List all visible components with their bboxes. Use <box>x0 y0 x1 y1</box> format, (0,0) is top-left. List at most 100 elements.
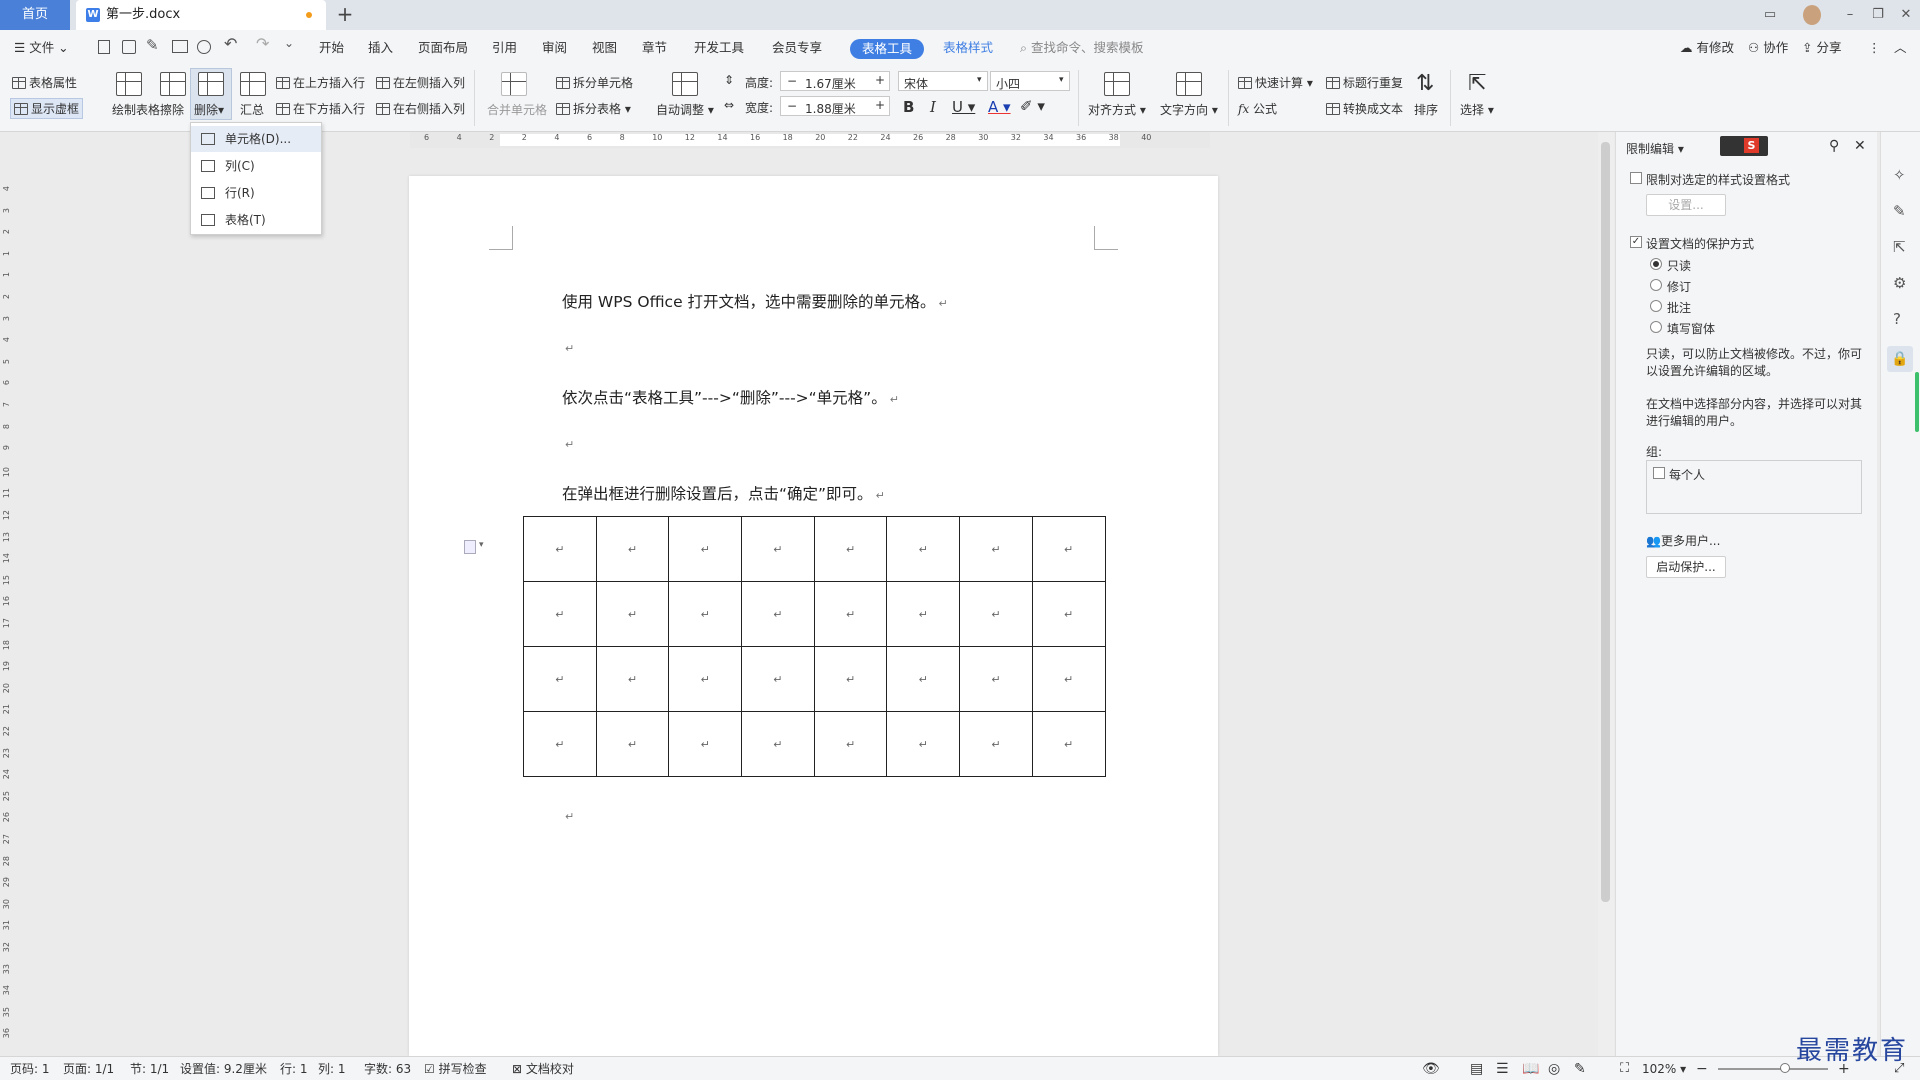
delete-row-item[interactable]: 行(R) <box>191 180 321 206</box>
width-stepper[interactable]: − 1.88厘米 + <box>780 96 890 116</box>
align-button[interactable]: 对齐方式 ▾ <box>1088 72 1146 118</box>
radio-comment[interactable] <box>1650 300 1662 312</box>
eye-protection-icon[interactable]: 👁 <box>1422 1057 1440 1080</box>
convert-to-text-button[interactable]: 转换成文本 <box>1326 100 1403 117</box>
start-protect-button[interactable]: 启动保护... <box>1646 556 1726 578</box>
highlight-icon[interactable]: ✐ ▾ <box>1020 97 1045 115</box>
table-cell[interactable]: ↵ <box>1031 516 1106 582</box>
font-size-select[interactable]: 小四 ▾ <box>990 71 1070 91</box>
restrict-format-checkbox[interactable] <box>1630 172 1642 184</box>
everyone-checkbox[interactable] <box>1653 467 1665 479</box>
delete-button[interactable]: 删除▾ <box>190 68 232 120</box>
setting-value[interactable]: 设置值: 9.2厘米 <box>180 1057 267 1080</box>
table-cell[interactable]: ↵ <box>959 581 1033 647</box>
table-cell[interactable]: ↵ <box>959 711 1033 777</box>
table-cell[interactable]: ↵ <box>886 711 961 777</box>
table-properties-button[interactable]: 表格属性 <box>12 74 77 91</box>
lock-icon[interactable]: 🔒 <box>1887 346 1913 372</box>
delete-cells-item[interactable]: 单元格(D)... <box>191 126 321 152</box>
table-cell[interactable]: ↵ <box>1031 581 1106 647</box>
radio-read-only[interactable] <box>1650 258 1662 270</box>
font-name-select[interactable]: 宋体 ▾ <box>898 71 988 91</box>
menu-developer[interactable]: 开发工具 <box>694 30 744 66</box>
edit-icon[interactable]: ✎ <box>1893 202 1906 220</box>
restore-icon[interactable]: ❐ <box>1868 6 1888 24</box>
quick-calc-button[interactable]: 快速计算 ▾ <box>1238 74 1313 91</box>
more-icon[interactable]: ⋮ <box>1868 30 1881 66</box>
height-stepper[interactable]: − 1.67厘米 + <box>780 71 890 91</box>
table-cell[interactable]: ↵ <box>595 581 670 647</box>
protect-method-checkbox[interactable]: ✓ <box>1630 236 1642 248</box>
delete-table-item[interactable]: 表格(T) <box>191 207 321 233</box>
insert-right-button[interactable]: 在右侧插入列 <box>376 100 465 117</box>
zoom-slider[interactable] <box>1718 1063 1828 1073</box>
radio-fill-form[interactable] <box>1650 321 1662 333</box>
split-table-button[interactable]: 拆分表格 ▾ <box>556 100 631 117</box>
table-cell[interactable]: ↵ <box>595 711 670 777</box>
avatar[interactable] <box>1803 5 1821 25</box>
table-cell[interactable]: ↵ <box>813 581 888 647</box>
menu-view[interactable]: 视图 <box>592 30 617 66</box>
table-options-chevron-icon[interactable]: ▾ <box>479 540 484 550</box>
web-view-icon[interactable]: ◎ <box>1548 1057 1560 1080</box>
table-cell[interactable]: ↵ <box>523 646 597 712</box>
print-preview-icon[interactable] <box>197 40 211 54</box>
ime-toolbar[interactable]: S <box>1720 136 1768 156</box>
radio-revision[interactable] <box>1650 279 1662 291</box>
scrollbar-thumb[interactable] <box>1601 142 1610 902</box>
table-cell[interactable]: ↵ <box>668 581 743 647</box>
adjust-icon[interactable]: ⚙ <box>1893 274 1906 292</box>
table-cell[interactable]: ↵ <box>741 581 815 647</box>
more-users-link[interactable]: 👥更多用户... <box>1646 532 1720 549</box>
table-cell[interactable]: ↵ <box>595 646 670 712</box>
document-table[interactable]: ↵ ↵ ↵ ↵ ↵ ↵ ↵ ↵ ↵ ↵ ↵ ↵ ↵ ↵ ↵ ↵ ↵ ↵ ↵ ↵ ↵ ↵ ↵ ↵ ↵ ↵ ↵ ↵ ↵ ↵ ↵ ↵ <box>523 516 1106 777</box>
table-cell[interactable]: ↵ <box>741 516 815 582</box>
table-cell[interactable]: ↵ <box>813 646 888 712</box>
underline-icon[interactable]: U ▾ <box>952 98 975 116</box>
group-list[interactable]: 每个人 <box>1646 460 1862 514</box>
collapse-ribbon-icon[interactable]: ︿ <box>1894 30 1907 66</box>
collab-button[interactable]: ⚇ 协作 <box>1748 30 1788 66</box>
pin-icon[interactable]: ⚲ <box>1829 138 1839 154</box>
share-button[interactable]: ⇪ 分享 <box>1802 30 1841 66</box>
table-cell[interactable]: ↵ <box>959 516 1033 582</box>
minimize-icon[interactable]: – <box>1840 6 1860 24</box>
customize-icon[interactable]: ⌄ <box>284 36 294 50</box>
table-cell[interactable]: ↵ <box>1031 711 1106 777</box>
menu-chapter[interactable]: 章节 <box>642 30 667 66</box>
menu-review[interactable]: 审阅 <box>542 30 567 66</box>
italic-icon[interactable]: I <box>930 98 936 116</box>
table-cell[interactable]: ↵ <box>1031 646 1106 712</box>
zoom-out-icon[interactable]: − <box>1696 1057 1708 1080</box>
zoom-level[interactable]: 102% ▾ <box>1642 1057 1686 1080</box>
tab-table-tools[interactable]: 表格工具 <box>850 39 924 59</box>
erase-button[interactable]: 擦除 <box>160 72 186 118</box>
redo-icon[interactable]: ↷ <box>256 34 269 53</box>
new-doc-icon[interactable] <box>98 40 110 54</box>
delete-column-item[interactable]: 列(C) <box>191 153 321 179</box>
table-cell[interactable]: ↵ <box>886 516 961 582</box>
text-direction-button[interactable]: 文字方向 ▾ <box>1160 72 1218 118</box>
table-cell[interactable]: ↵ <box>523 581 597 647</box>
writing-view-icon[interactable]: ✎ <box>1574 1057 1586 1080</box>
save-icon[interactable] <box>122 40 136 54</box>
height-increase[interactable]: + <box>875 73 885 87</box>
menu-page-layout[interactable]: 页面布局 <box>418 30 468 66</box>
show-gridlines-button[interactable]: 显示虚框 <box>10 98 84 119</box>
height-decrease[interactable]: − <box>787 74 797 88</box>
fit-page-icon[interactable]: ⛶ <box>1620 1057 1629 1080</box>
width-decrease[interactable]: − <box>787 99 797 113</box>
home-tab[interactable]: 首页 <box>0 0 70 30</box>
table-cell[interactable]: ↵ <box>741 711 815 777</box>
zoom-slider-handle[interactable] <box>1780 1063 1790 1073</box>
close-window-icon[interactable]: ✕ <box>1896 6 1916 24</box>
split-cells-button[interactable]: 拆分单元格 <box>556 74 633 91</box>
table-options-icon[interactable] <box>464 540 476 554</box>
title-repeat-button[interactable]: 标题行重复 <box>1326 74 1403 91</box>
page-view-icon[interactable]: ▤ <box>1470 1057 1483 1080</box>
spell-check-button[interactable]: ☑ 拼写检查 <box>424 1057 487 1080</box>
horizontal-ruler[interactable]: 6 4 2 2 4 6 8 10 12 14 16 18 20 22 24 26 28 30 32 34 36 38 40 <box>410 132 1210 148</box>
menu-insert[interactable]: 插入 <box>368 30 393 66</box>
document-tab[interactable]: W 第一步.docx <box>76 0 326 30</box>
style-icon[interactable]: ✧ <box>1893 166 1906 184</box>
